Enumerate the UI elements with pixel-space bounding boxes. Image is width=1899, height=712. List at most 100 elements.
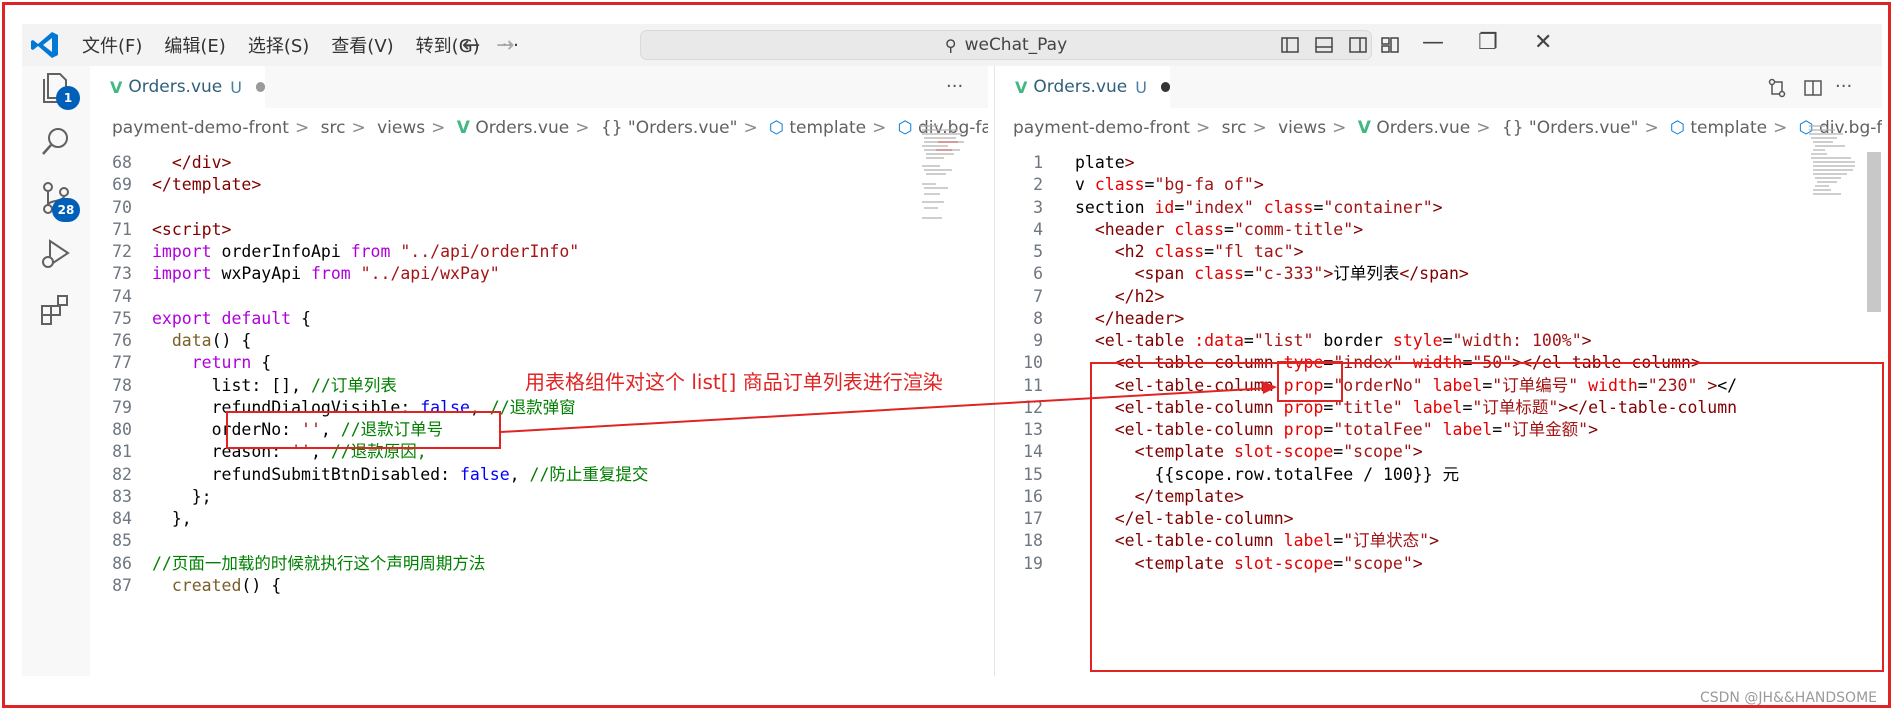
code-line[interactable]: 85 xyxy=(90,530,988,552)
code-text: section id="index" class="container"> xyxy=(1075,197,1443,217)
code-line[interactable]: 6 <span class="c-333">订单列表</span> xyxy=(995,263,1882,285)
breadcrumb-item[interactable]: views xyxy=(1278,118,1326,138)
code-line[interactable]: 1 plate> xyxy=(995,152,1882,174)
toggle-primary-sidebar-icon[interactable] xyxy=(1280,35,1300,55)
tab-orders-vue-left[interactable]: V Orders.vue U xyxy=(90,66,265,108)
line-number: 79 xyxy=(112,397,132,417)
code-line[interactable]: 8 </header> xyxy=(995,308,1882,330)
command-center-search[interactable]: ⚲ weChat_Pay xyxy=(640,30,1372,60)
more-actions-icon[interactable]: ··· xyxy=(946,76,963,97)
line-number: 80 xyxy=(112,420,132,439)
split-editor-icon[interactable] xyxy=(1803,78,1823,98)
menu-selection[interactable]: 选择(S) xyxy=(248,32,309,58)
code-line[interactable]: 2 v class="bg-fa of"> xyxy=(995,174,1882,196)
code-line[interactable]: 70 xyxy=(90,197,988,219)
code-text: data() { xyxy=(171,331,252,350)
search-icon[interactable] xyxy=(38,124,74,160)
code-line[interactable]: 81 reason: '', //退款原因, xyxy=(90,441,988,463)
code-line[interactable]: 82 refundSubmitBtnDisabled: false, //防止重… xyxy=(90,464,988,486)
breadcrumb-item[interactable]: template xyxy=(1690,118,1767,138)
close-icon[interactable]: ✕ xyxy=(1534,30,1552,55)
breadcrumb-item[interactable]: src xyxy=(321,118,346,138)
code-line[interactable]: 73 import wxPayApi from "../api/wxPay" xyxy=(90,263,988,285)
code-line[interactable]: 4 <header class="comm-title"> xyxy=(995,219,1882,241)
highlight-list-declaration xyxy=(226,411,501,449)
line-number: 11 xyxy=(1023,375,1043,395)
code-line[interactable]: 79 refundDialogVisible: false, //退款弹窗 xyxy=(90,397,988,419)
breadcrumb-item[interactable]: src xyxy=(1222,118,1247,138)
unsaved-dot-icon[interactable] xyxy=(255,82,265,92)
code-line[interactable]: 84 }, xyxy=(90,508,988,530)
maximize-icon[interactable]: ❐ xyxy=(1478,30,1498,55)
code-text: //页面一加载的时候就执行这个声明周期方法 xyxy=(152,553,486,573)
left-minimap[interactable] xyxy=(918,122,970,242)
line-number: 87 xyxy=(112,575,132,595)
right-minimap[interactable] xyxy=(1807,122,1859,202)
open-changes-icon[interactable] xyxy=(1767,78,1787,98)
menu-view[interactable]: 查看(V) xyxy=(331,32,393,58)
code-line[interactable]: 7 </h2> xyxy=(995,286,1882,308)
annotation-text: 用表格组件对这个 list[] 商品订单列表进行渲染 xyxy=(525,370,943,394)
back-arrow-icon[interactable]: ← xyxy=(462,33,480,58)
line-number: 8 xyxy=(1033,308,1043,328)
code-line[interactable]: 87 created() { xyxy=(90,575,988,597)
code-line[interactable]: 86 //页面一加载的时候就执行这个声明周期方法 xyxy=(90,553,988,575)
code-text: created() { xyxy=(171,575,282,595)
minimize-icon[interactable]: — xyxy=(1422,30,1444,55)
breadcrumb-item[interactable]: views xyxy=(377,118,425,138)
code-line[interactable]: 9 <el-table :data="list" border style="w… xyxy=(995,330,1882,352)
toggle-secondary-sidebar-icon[interactable] xyxy=(1348,35,1368,55)
line-number: 86 xyxy=(112,553,132,573)
code-text: v class="bg-fa of"> xyxy=(1075,175,1264,195)
code-text: export default { xyxy=(152,308,311,328)
line-number: 13 xyxy=(1023,420,1043,439)
breadcrumb-item[interactable]: payment-demo-front xyxy=(112,118,289,138)
code-line[interactable]: 76 data() { xyxy=(90,330,988,352)
extensions-icon[interactable] xyxy=(38,292,74,328)
breadcrumb-item[interactable]: {} "Orders.vue" xyxy=(1502,118,1639,138)
code-line[interactable]: 74 xyxy=(90,286,988,308)
code-line[interactable]: 71 <script> xyxy=(90,219,988,241)
tab-filename: Orders.vue xyxy=(128,77,223,97)
code-line[interactable]: 68 </div> xyxy=(90,152,988,174)
breadcrumb-item[interactable]: Orders.vue xyxy=(1376,118,1470,138)
menu-edit[interactable]: 编辑(E) xyxy=(164,32,225,58)
line-number: 14 xyxy=(1023,442,1043,462)
line-number: 73 xyxy=(112,264,132,284)
code-line[interactable]: 69 </template> xyxy=(90,174,988,196)
explorer-badge: 1 xyxy=(56,86,80,110)
code-text: }; xyxy=(191,486,212,506)
code-text: </template> xyxy=(152,175,262,195)
line-number: 1 xyxy=(1033,153,1043,172)
breadcrumb-item[interactable]: {} "Orders.vue" xyxy=(601,118,738,138)
forward-arrow-icon[interactable]: → xyxy=(496,33,514,58)
more-actions-icon[interactable]: ··· xyxy=(1835,76,1852,97)
right-vertical-scrollbar[interactable] xyxy=(1867,152,1881,312)
code-line[interactable]: 3 section id="index" class="container"> xyxy=(995,197,1882,219)
code-text: </h2> xyxy=(1114,286,1165,306)
code-line[interactable]: 75 export default { xyxy=(90,308,988,330)
line-number: 16 xyxy=(1023,486,1043,506)
line-number: 74 xyxy=(112,286,132,306)
line-number: 72 xyxy=(112,242,132,261)
menu-file[interactable]: 文件(F) xyxy=(82,32,142,58)
line-number: 7 xyxy=(1033,286,1043,306)
code-text: }, xyxy=(171,509,192,528)
source-control-badge: 28 xyxy=(52,198,80,222)
tab-orders-vue-right[interactable]: V Orders.vue U xyxy=(995,66,1170,108)
line-number: 4 xyxy=(1033,219,1043,239)
unsaved-dot-icon[interactable] xyxy=(1160,82,1170,92)
code-line[interactable]: 83 }; xyxy=(90,486,988,508)
code-line[interactable]: 5 <h2 class="fl tac"> xyxy=(995,241,1882,263)
customize-layout-icon[interactable] xyxy=(1380,35,1400,55)
breadcrumb-item[interactable]: template xyxy=(789,118,866,138)
code-line[interactable]: 80 orderNo: '', //退款订单号 xyxy=(90,419,988,441)
run-debug-icon[interactable] xyxy=(38,236,74,272)
toggle-panel-icon[interactable] xyxy=(1314,35,1334,55)
breadcrumb-item[interactable]: Orders.vue xyxy=(475,118,569,138)
code-line[interactable]: 72 import orderInfoApi from "../api/order… xyxy=(90,241,988,263)
breadcrumb-item[interactable]: payment-demo-front xyxy=(1013,118,1190,138)
search-icon: ⚲ xyxy=(944,35,957,55)
line-number: 69 xyxy=(112,175,132,195)
code-text: refundSubmitBtnDisabled: false, //防止重复提交 xyxy=(211,464,649,484)
